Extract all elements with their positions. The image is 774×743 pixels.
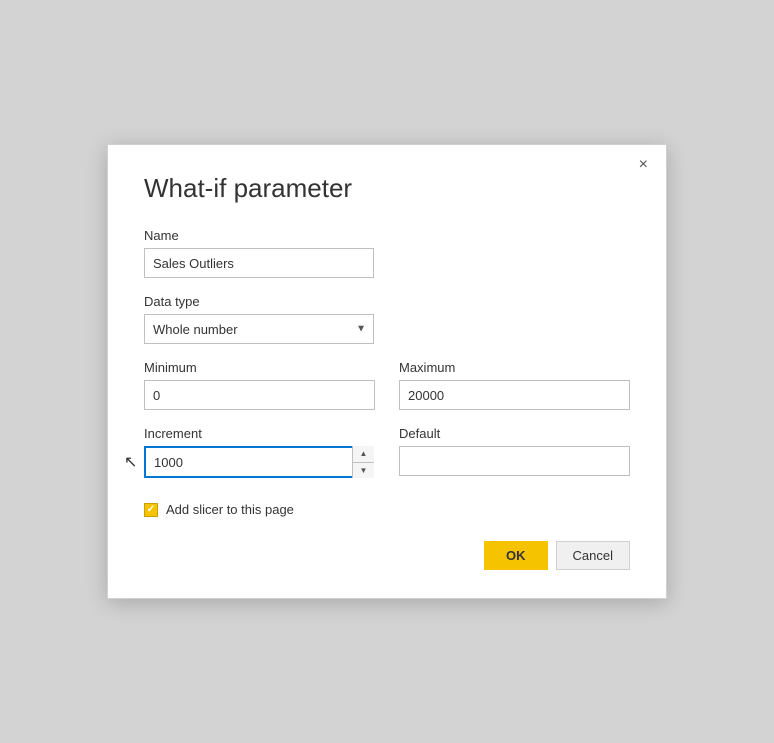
name-label: Name	[144, 228, 630, 243]
ok-button[interactable]: OK	[484, 541, 548, 570]
increment-input[interactable]	[144, 446, 374, 478]
maximum-input[interactable]	[399, 380, 630, 410]
dialog-overlay: × What-if parameter Name Data type Whole…	[0, 0, 774, 743]
spinner-up-button[interactable]: ▲	[353, 446, 374, 463]
add-slicer-row: ✓ Add slicer to this page	[144, 502, 630, 517]
dialog-footer: OK Cancel	[144, 541, 630, 570]
maximum-label: Maximum	[399, 360, 630, 375]
increment-input-wrapper: ▲ ▼	[144, 446, 374, 478]
dialog-title: What-if parameter	[144, 173, 630, 204]
spinner-buttons: ▲ ▼	[352, 446, 374, 478]
cancel-button[interactable]: Cancel	[556, 541, 630, 570]
increment-default-row: Increment ↖ ▲ ▼ Defau	[144, 426, 630, 494]
minimum-input[interactable]	[144, 380, 375, 410]
datatype-select-wrapper: Whole number Decimal number Fixed decima…	[144, 314, 374, 344]
cursor-icon: ↖	[124, 452, 137, 472]
checkmark-icon: ✓	[147, 505, 155, 515]
increment-group: Increment ↖ ▲ ▼	[144, 426, 375, 494]
name-input[interactable]	[144, 248, 374, 278]
what-if-dialog: × What-if parameter Name Data type Whole…	[107, 144, 667, 599]
datatype-label: Data type	[144, 294, 630, 309]
add-slicer-checkbox[interactable]: ✓	[144, 503, 158, 517]
name-group: Name	[144, 228, 630, 278]
datatype-select[interactable]: Whole number Decimal number Fixed decima…	[144, 314, 374, 344]
default-group: Default	[399, 426, 630, 494]
min-max-row: Minimum Maximum	[144, 360, 630, 426]
minimum-group: Minimum	[144, 360, 375, 426]
maximum-group: Maximum	[399, 360, 630, 426]
close-button[interactable]: ×	[635, 155, 652, 175]
default-label: Default	[399, 426, 630, 441]
datatype-group: Data type Whole number Decimal number Fi…	[144, 294, 630, 344]
add-slicer-label: Add slicer to this page	[166, 502, 294, 517]
spinner-down-button[interactable]: ▼	[353, 463, 374, 479]
minimum-label: Minimum	[144, 360, 375, 375]
default-input[interactable]	[399, 446, 630, 476]
increment-label: Increment	[144, 426, 375, 441]
